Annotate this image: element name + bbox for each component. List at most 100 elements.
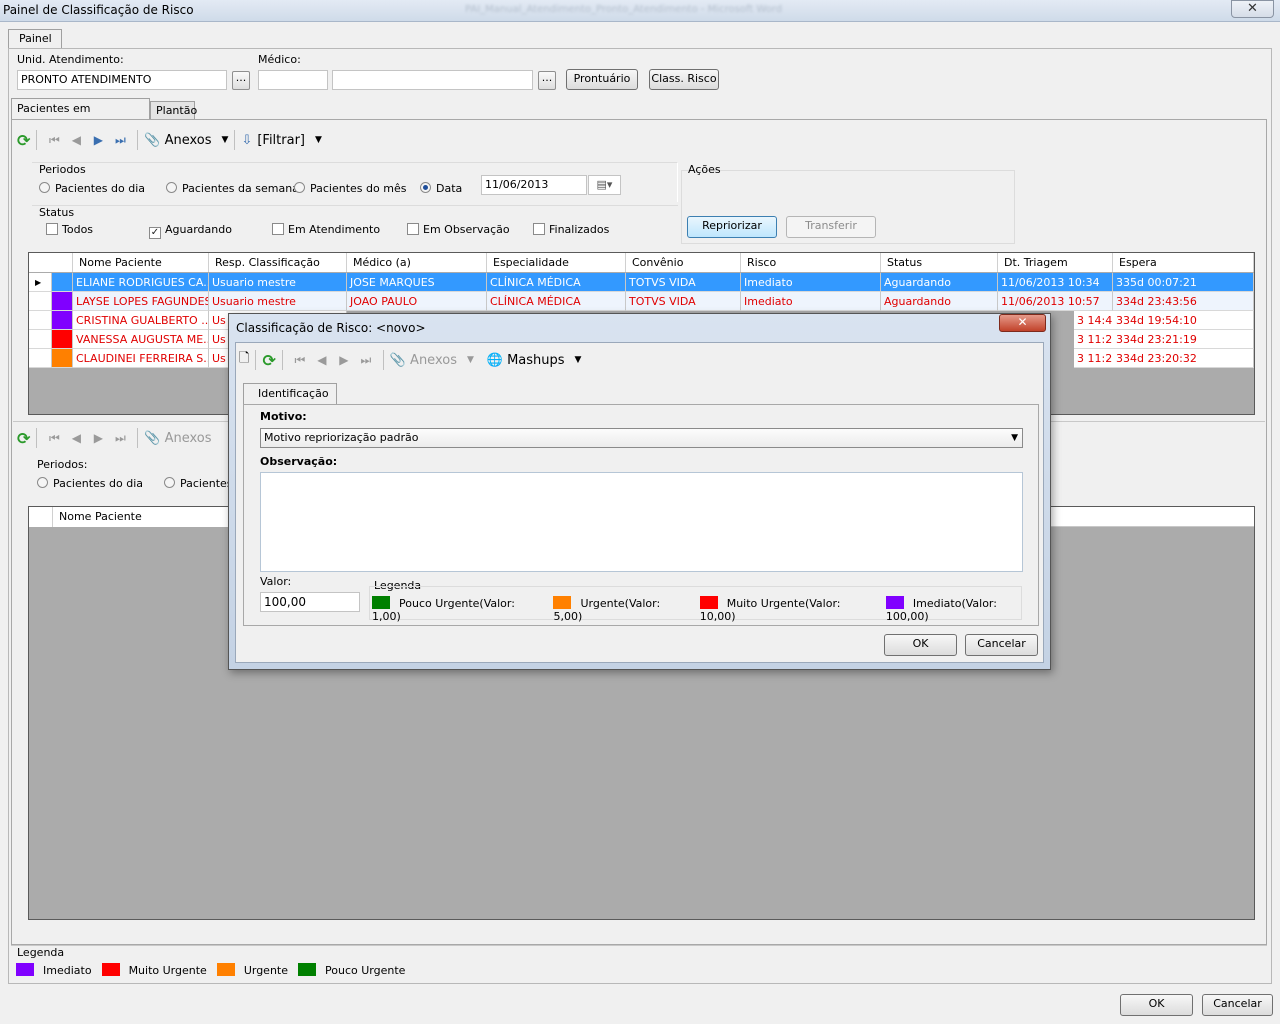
refresh-icon[interactable]: ⟳ [262, 351, 275, 370]
previous-record-icon[interactable]: ◀ [311, 353, 333, 367]
risk-color-swatch [52, 311, 73, 330]
radio-pacientes-dia[interactable]: Pacientes do dia [39, 182, 145, 195]
column-header[interactable]: Médico (a) [347, 253, 487, 272]
refresh-icon[interactable]: ⟳ [17, 429, 30, 448]
column-header[interactable]: Especialidade [487, 253, 626, 272]
row-selector[interactable] [29, 292, 52, 311]
grid-cell-nome[interactable]: VANESSA AUGUSTA ME... [73, 330, 209, 349]
tab-pacientes-em-atendimento[interactable]: Pacientes em Atendimento [11, 98, 150, 135]
radio-pacientes-bottom[interactable]: Pacientes [164, 477, 233, 490]
next-record-icon[interactable]: ▶ [87, 431, 109, 445]
valor-input[interactable]: 100,00 [260, 592, 360, 612]
medico-code-input[interactable] [258, 70, 328, 90]
row-selector[interactable] [29, 349, 52, 368]
grid-cell-espera[interactable]: 334d 23:20:32 [1113, 349, 1254, 368]
previous-record-icon[interactable]: ◀ [65, 431, 87, 445]
radio-pacientes-semana[interactable]: Pacientes da semana [166, 182, 299, 195]
unid-input[interactable]: PRONTO ATENDIMENTO [17, 70, 227, 90]
dialog-close-button[interactable]: ✕ [999, 314, 1046, 332]
checkbox-aguardando[interactable]: ✓ Aguardando [149, 223, 232, 239]
column-header[interactable]: Risco [741, 253, 881, 272]
mashups-menu[interactable]: Mashups [507, 353, 564, 368]
column-header[interactable]: Nome Paciente [73, 253, 209, 272]
repriorizar-button[interactable]: Repriorizar [687, 216, 777, 238]
observacao-textarea[interactable] [260, 472, 1023, 572]
chevron-down-icon[interactable]: ▼ [467, 355, 474, 365]
checkbox-finalizados[interactable]: Finalizados [533, 223, 609, 236]
anexos-menu[interactable]: Anexos [165, 133, 212, 148]
next-record-icon[interactable]: ▶ [333, 353, 355, 367]
grid-cell-resp[interactable]: Usuario mestre [209, 273, 347, 292]
grid-cell-status[interactable]: Aguardando [881, 273, 998, 292]
grid-cell-nome[interactable]: LAYSE LOPES FAGUNDES [73, 292, 209, 311]
column-header[interactable]: Nome Paciente [53, 507, 253, 527]
first-record-icon[interactable]: ⏮ [43, 431, 65, 446]
column-header[interactable]: Convênio [626, 253, 741, 272]
column-header[interactable]: Resp. Classificação [209, 253, 347, 272]
grid-cell-esp[interactable]: CLÍNICA MÉDICA [487, 292, 626, 311]
last-record-icon[interactable]: ⏭ [109, 431, 131, 446]
row-selector[interactable] [29, 330, 52, 349]
close-window-button[interactable]: ✕ [1231, 0, 1274, 18]
grid-cell-nome[interactable]: CLAUDINEI FERREIRA S... [73, 349, 209, 368]
grid-cell-dt[interactable]: 11/06/2013 10:57 [998, 292, 1113, 311]
grid-cell-status[interactable]: Aguardando [881, 292, 998, 311]
last-record-icon[interactable]: ⏭ [355, 353, 377, 368]
calendar-icon[interactable]: ▤▾ [588, 175, 621, 195]
column-header[interactable]: Dt. Triagem [998, 253, 1113, 272]
new-document-icon[interactable]: 🗋 [239, 349, 249, 371]
filtrar-menu[interactable]: [Filtrar] [257, 133, 305, 148]
anexos-menu-disabled[interactable]: Anexos [165, 431, 212, 446]
row-selector[interactable] [29, 311, 52, 330]
medico-name-input[interactable] [332, 70, 533, 90]
date-input[interactable]: 11/06/2013 [481, 175, 587, 195]
refresh-icon[interactable]: ⟳ [17, 131, 30, 150]
chevron-down-icon[interactable]: ▼ [222, 135, 229, 145]
prontuario-button[interactable]: Prontuário [566, 69, 638, 90]
radio-pacientes-mes[interactable]: Pacientes do mês [294, 182, 406, 195]
unid-lookup-button[interactable]: ... [232, 71, 250, 90]
column-header[interactable]: Espera [1113, 253, 1254, 272]
transferir-button[interactable]: Transferir [786, 216, 876, 238]
grid-cell-medico[interactable]: JOAO PAULO [347, 292, 487, 311]
grid-cell-espera[interactable]: 334d 19:54:10 [1113, 311, 1254, 330]
grid-cell-resp[interactable]: Usuario mestre [209, 292, 347, 311]
previous-record-icon[interactable]: ◀ [65, 133, 87, 147]
grid-cell-nome[interactable]: ELIANE RODRIGUES CA... [73, 273, 209, 292]
radio-data[interactable]: Data [420, 182, 462, 195]
dialog-cancelar-button[interactable]: Cancelar [965, 634, 1038, 656]
dialog-ok-button[interactable]: OK [884, 634, 957, 656]
checkbox-em-atendimento[interactable]: Em Atendimento [272, 223, 380, 236]
radio-pacientes-dia-bottom[interactable]: Pacientes do dia [37, 477, 143, 490]
class-risco-button[interactable]: Class. Risco [649, 69, 719, 90]
next-record-icon[interactable]: ▶ [87, 133, 109, 147]
ok-button[interactable]: OK [1120, 994, 1193, 1016]
grid-cell-medico[interactable]: JOSE MARQUES [347, 273, 487, 292]
grid-cell-risco[interactable]: Imediato [741, 273, 881, 292]
chevron-down-icon[interactable]: ▼ [575, 355, 582, 365]
grid-cell-conv[interactable]: TOTVS VIDA [626, 292, 741, 311]
grid-cell-espera[interactable]: 334d 23:21:19 [1113, 330, 1254, 349]
tab-identificacao[interactable]: Identificação [243, 383, 337, 405]
column-header[interactable]: Status [881, 253, 998, 272]
grid-cell-espera[interactable]: 335d 00:07:21 [1113, 273, 1254, 292]
first-record-icon[interactable]: ⏮ [289, 353, 311, 368]
grid-cell-risco[interactable]: Imediato [741, 292, 881, 311]
grid-cell-dt[interactable]: 11/06/2013 10:34 [998, 273, 1113, 292]
first-record-icon[interactable]: ⏮ [43, 133, 65, 148]
anexos-menu-disabled[interactable]: Anexos [410, 353, 457, 368]
checkbox-todos[interactable]: Todos [46, 223, 93, 236]
chevron-down-icon[interactable]: ▼ [315, 135, 322, 145]
row-selector-arrow-icon[interactable]: ▶ [29, 273, 52, 292]
grid-cell-esp[interactable]: CLÍNICA MÉDICA [487, 273, 626, 292]
tab-plantao[interactable]: Plantão [150, 101, 197, 119]
checkbox-em-observacao[interactable]: Em Observação [407, 223, 510, 236]
medico-lookup-button[interactable]: ... [538, 71, 556, 90]
motivo-select[interactable]: Motivo repriorização padrão ▼ [260, 428, 1023, 448]
grid-cell-espera[interactable]: 334d 23:43:56 [1113, 292, 1254, 311]
grid-cell-nome[interactable]: CRISTINA GUALBERTO ... [73, 311, 209, 330]
tab-painel[interactable]: Painel [8, 29, 62, 49]
last-record-icon[interactable]: ⏭ [109, 133, 131, 148]
grid-cell-conv[interactable]: TOTVS VIDA [626, 273, 741, 292]
cancelar-button[interactable]: Cancelar [1202, 994, 1273, 1016]
